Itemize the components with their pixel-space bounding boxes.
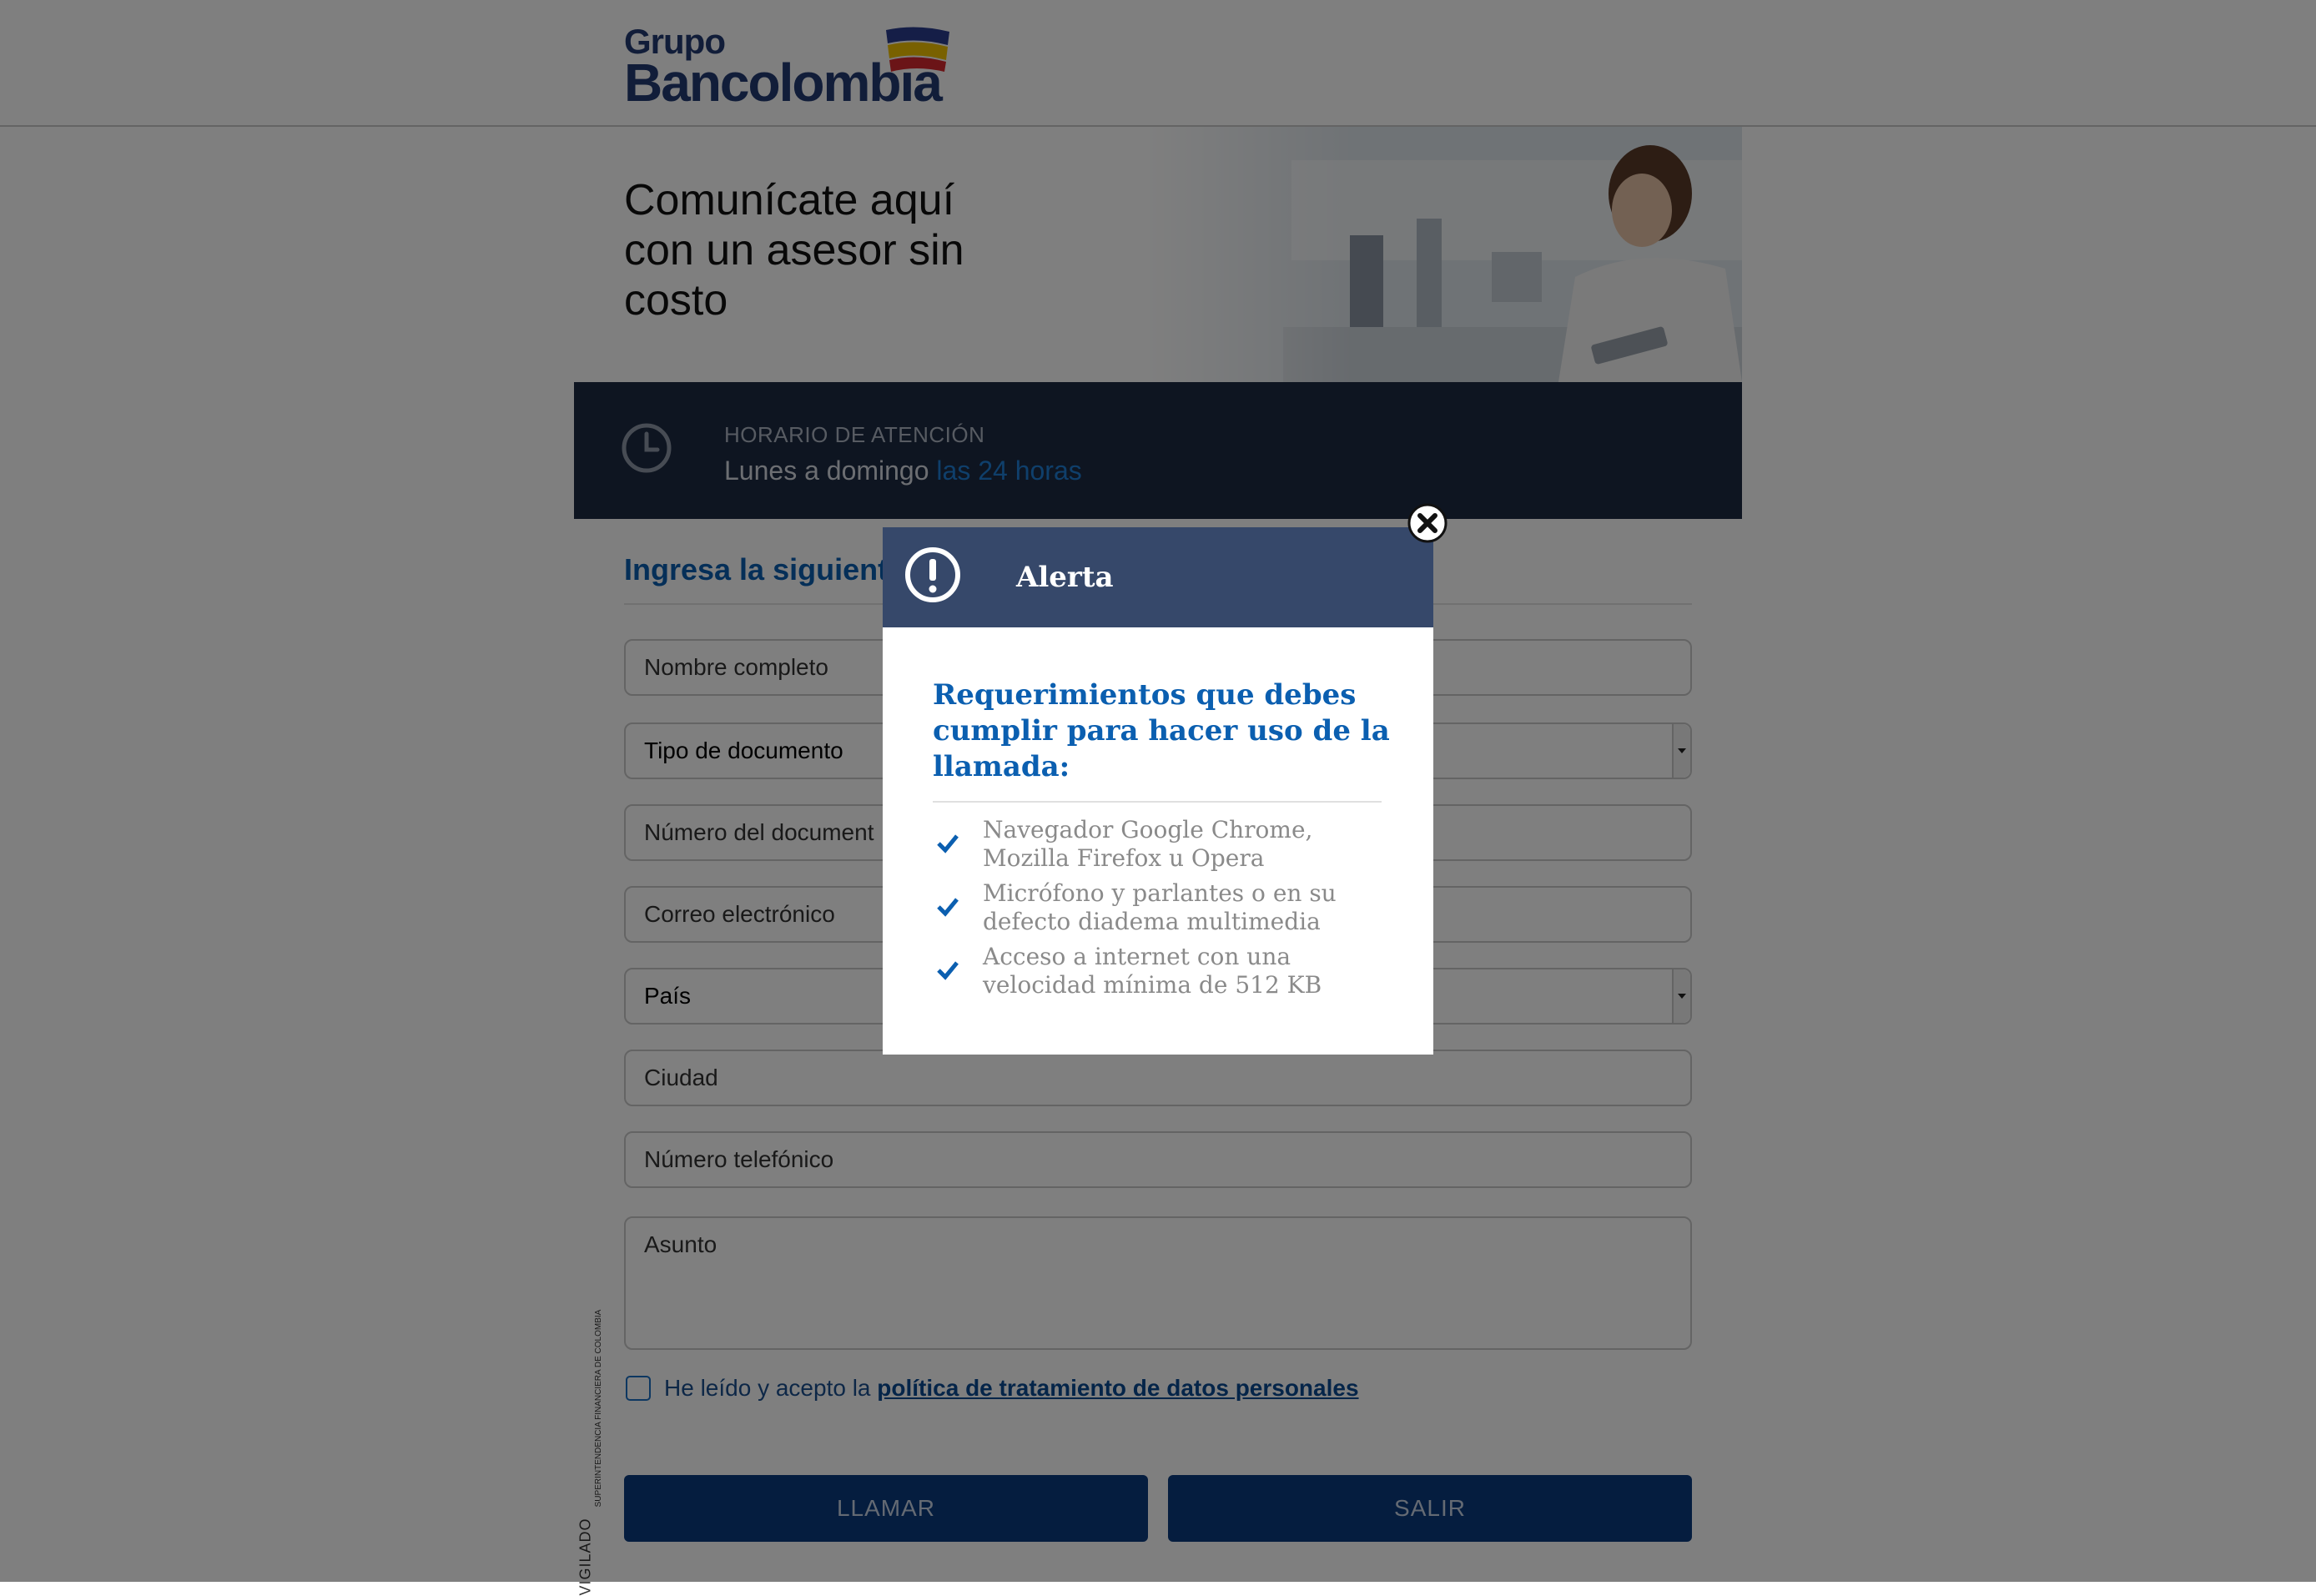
requirement-item: Micrófono y parlantes o en su defecto di…	[933, 879, 1400, 938]
requirement-text: Micrófono y parlantes o en su defecto di…	[983, 879, 1337, 935]
modal-header: Alerta	[883, 527, 1433, 627]
requirement-item: Navegador Google Chrome, Mozilla Firefox…	[933, 816, 1400, 874]
alert-modal: Alerta Requerimientos que debes cumplir …	[883, 527, 1433, 1055]
checkmark-icon	[937, 898, 959, 917]
exclamation-icon	[905, 547, 960, 602]
requirements-heading: Requerimientos que debes cumplir para ha…	[933, 678, 1390, 783]
requirement-text: Navegador Google Chrome, Mozilla Firefox…	[983, 816, 1313, 872]
requirement-text: Acceso a internet con una velocidad míni…	[983, 943, 1322, 999]
checkmark-icon	[937, 961, 959, 980]
requirements-divider	[933, 801, 1382, 803]
close-icon[interactable]	[1407, 502, 1448, 544]
modal-title: Alerta	[1016, 561, 1114, 594]
requirement-item: Acceso a internet con una velocidad míni…	[933, 943, 1400, 1001]
checkmark-icon	[937, 834, 959, 853]
